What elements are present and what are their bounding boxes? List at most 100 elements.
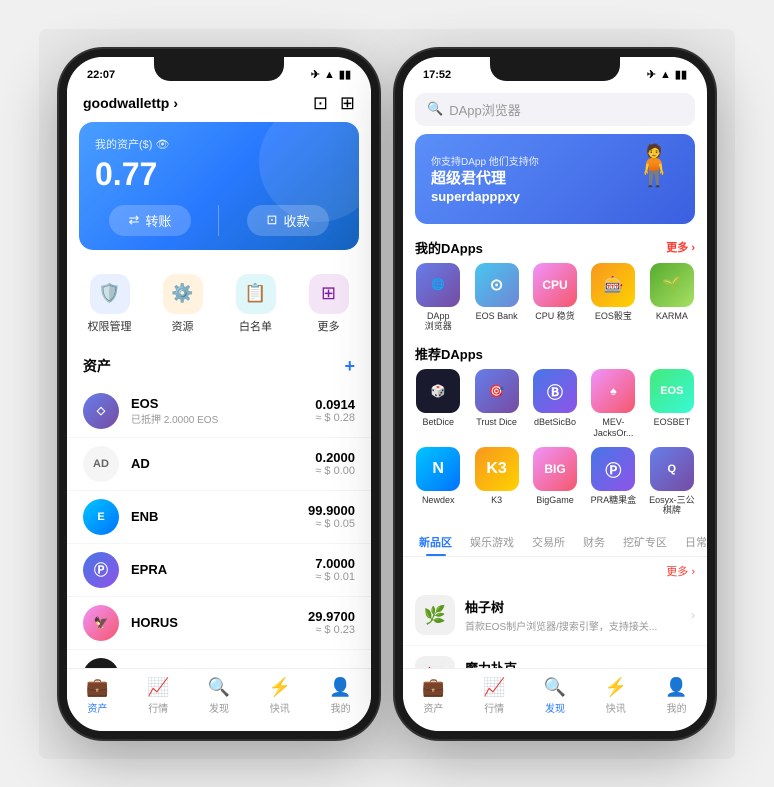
nav-news[interactable]: ⚡ 快讯: [249, 677, 310, 715]
market-nav-label: 行情: [148, 700, 168, 715]
tab-mining[interactable]: 挖矿专区: [615, 528, 675, 556]
newdex-label: Newdex: [422, 495, 455, 506]
phone-2: 17:52 ✈ ▲ ▮▮ 🔍 DApp浏览器 你支持DApp 他们支持你 超级君…: [395, 49, 715, 739]
menu-item-more[interactable]: ⊞ 更多: [294, 266, 363, 342]
betdice-icon: 🎲: [416, 369, 460, 413]
menu-item-whitelist[interactable]: 📋 白名单: [221, 266, 290, 342]
asset-row-eos[interactable]: ◇ EOS 已抵押 2.0000 EOS 0.0914 ≈ $ 0.28: [67, 385, 371, 438]
dapp-browser[interactable]: 🌐 DApp浏览器: [411, 263, 465, 333]
p2-nav-market[interactable]: 📈 行情: [464, 677, 525, 715]
more-icon: ⊞: [309, 274, 349, 314]
dapp-eosyx[interactable]: Q Eosyx-三公棋牌: [645, 447, 699, 517]
my-dapps-more[interactable]: 更多 ›: [666, 239, 695, 255]
transfer-label: 转账: [145, 211, 171, 230]
trustdice-icon: 🎯: [475, 369, 519, 413]
dapp-list: 更多 › 🌿 柚子树 首款EOS制户浏览器/搜索引擎，支持接关... › 🃏 魔…: [403, 557, 707, 667]
tab-finance[interactable]: 财务: [575, 528, 613, 556]
assets-title: 资产: [83, 356, 111, 376]
tab-game[interactable]: 娱乐游戏: [462, 528, 522, 556]
banner-subtitle: superdapppxy: [431, 189, 539, 204]
dapp-biggame[interactable]: BIG BigGame: [528, 447, 582, 517]
nav-market[interactable]: 📈 行情: [128, 677, 189, 715]
asset-row-ad[interactable]: AD AD 0.2000 ≈ $ 0.00: [67, 438, 371, 491]
my-dapps-grid: 🌐 DApp浏览器 ⊙ EOS Bank CPU CPU 稳货 🎰 EOS骰宝 …: [403, 263, 707, 341]
phone-1-notch: [154, 57, 284, 81]
permission-icon: 🛡️: [90, 274, 130, 314]
banner-title: 超级君代理: [431, 168, 539, 189]
p2-search-placeholder: DApp浏览器: [449, 100, 521, 119]
dapp-karma[interactable]: 🌱 KARMA: [645, 263, 699, 333]
menu-item-permission[interactable]: 🛡️ 权限管理: [75, 266, 144, 342]
eos-amount: 0.0914 ≈ $ 0.28: [315, 397, 355, 424]
dapp-tabs: 新品区 娱乐游戏 交易所 财务 挖矿专区 日常工: [403, 524, 707, 557]
layout-icon[interactable]: ⊞: [340, 93, 355, 114]
hvt-icon: W: [83, 658, 119, 668]
p2-news-icon: ⚡: [605, 677, 627, 698]
recommended-row2: N Newdex K3 K3 BIG BigGame Ⓟ PRA糖果盒 Q Eo…: [403, 447, 707, 525]
tab-new[interactable]: 新品区: [411, 528, 460, 556]
discover-nav-icon: 🔍: [208, 677, 230, 698]
phone-2-status-icons: ✈ ▲ ▮▮: [647, 68, 687, 81]
dapp-k3[interactable]: K3 K3: [469, 447, 523, 517]
assets-nav-label: 资产: [87, 700, 107, 715]
scan-icon[interactable]: ⊡: [313, 93, 328, 114]
balance-card: 我的资产($) 👁 0.77 ⇄ 转账 ⊡ 收款: [79, 122, 359, 250]
list-more-button[interactable]: 更多 ›: [666, 563, 695, 579]
p2-discover-label: 发现: [545, 700, 565, 715]
molipuke-icon: 🃏: [415, 656, 455, 667]
nav-profile[interactable]: 👤 我的: [310, 677, 371, 715]
add-asset-button[interactable]: +: [344, 356, 355, 377]
dapp-betdice[interactable]: 🎲 BetDice: [411, 369, 465, 439]
eos-info: EOS 已抵押 2.0000 EOS: [131, 396, 303, 426]
tab-exchange[interactable]: 交易所: [524, 528, 573, 556]
balance-amount: 0.77: [95, 156, 343, 193]
nav-assets[interactable]: 💼 资产: [67, 677, 128, 715]
dapp-eosbank[interactable]: ⊙ EOS Bank: [469, 263, 523, 333]
epra-amount: 7.0000 ≈ $ 0.01: [315, 556, 355, 583]
balance-label: 我的资产($) 👁: [95, 136, 343, 152]
dapp-pra[interactable]: Ⓟ PRA糖果盒: [586, 447, 640, 517]
transfer-button[interactable]: ⇄ 转账: [109, 205, 192, 236]
receive-button[interactable]: ⊡ 收款: [247, 205, 330, 236]
dapp-newdex[interactable]: N Newdex: [411, 447, 465, 517]
asset-row-horus[interactable]: 🦅 HORUS 29.9700 ≈ $ 0.23: [67, 597, 371, 650]
banner-content: 你支持DApp 他们支持你 超级君代理 superdapppxy: [431, 153, 539, 204]
tab-daily[interactable]: 日常工: [677, 528, 707, 556]
menu-item-resource[interactable]: ⚙️ 资源: [148, 266, 217, 342]
whitelist-label: 白名单: [239, 318, 272, 334]
horus-info: HORUS: [131, 615, 296, 630]
nav-discover[interactable]: 🔍 发现: [189, 677, 250, 715]
assets-nav-icon: 💼: [86, 677, 108, 698]
my-dapps-header: 我的DApps 更多 ›: [403, 234, 707, 263]
p2-nav-discover[interactable]: 🔍 发现: [525, 677, 586, 715]
wallet-name: goodwallettp: [83, 95, 169, 111]
p2-nav-assets[interactable]: 💼 资产: [403, 677, 464, 715]
dapp-eosbet[interactable]: EOS EOSBET: [645, 369, 699, 439]
dapp-cpu[interactable]: CPU CPU 稳货: [528, 263, 582, 333]
p2-wifi-icon: ▲: [660, 69, 671, 81]
dapp-search-bar[interactable]: 🔍 DApp浏览器: [415, 93, 695, 126]
p2-assets-icon: 💼: [422, 677, 444, 698]
wallet-name-area[interactable]: goodwallettp ›: [83, 95, 178, 111]
ad-amount: 0.2000 ≈ $ 0.00: [315, 450, 355, 477]
dapp-trustdice[interactable]: 🎯 Trust Dice: [469, 369, 523, 439]
asset-list: ◇ EOS 已抵押 2.0000 EOS 0.0914 ≈ $ 0.28 AD …: [67, 385, 371, 668]
resource-icon: ⚙️: [163, 274, 203, 314]
asset-row-hvt[interactable]: W HVT 0.6014: [67, 650, 371, 668]
dapp-mev[interactable]: ♠ MEV-JacksOr...: [586, 369, 640, 439]
list-more-area: 更多 ›: [403, 557, 707, 585]
p2-nav-profile[interactable]: 👤 我的: [646, 677, 707, 715]
list-item-molipuke[interactable]: 🃏 魔力扑克 一款多人在线区块链扑克游戏 ›: [403, 646, 707, 667]
dapp-eosslot[interactable]: 🎰 EOS骰宝: [586, 263, 640, 333]
p2-nav-news[interactable]: ⚡ 快讯: [585, 677, 646, 715]
dapp-dbetsicbo[interactable]: Ⓑ dBetSicBo: [528, 369, 582, 439]
newdex-icon: N: [416, 447, 460, 491]
list-item-yuzishu[interactable]: 🌿 柚子树 首款EOS制户浏览器/搜索引擎，支持接关... ›: [403, 585, 707, 646]
eosbet-label: EOSBET: [654, 417, 691, 428]
slot-label: EOS骰宝: [595, 311, 632, 322]
yuzishu-icon: 🌿: [415, 595, 455, 635]
asset-row-epra[interactable]: Ⓟ EPRA 7.0000 ≈ $ 0.01: [67, 544, 371, 597]
asset-row-enb[interactable]: E ENB 99.9000 ≈ $ 0.05: [67, 491, 371, 544]
p2-battery-icon: ▮▮: [675, 68, 687, 81]
karma-icon: 🌱: [650, 263, 694, 307]
